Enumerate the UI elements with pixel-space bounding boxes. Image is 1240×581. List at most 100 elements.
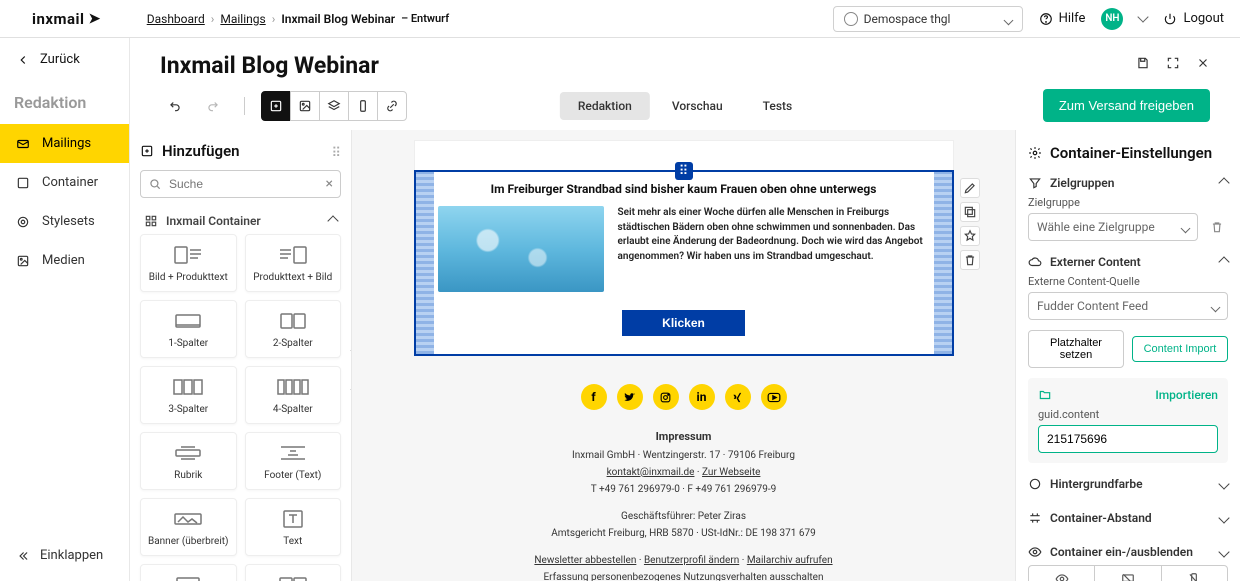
group-visibility[interactable]: Container ein-/ausblenden: [1028, 545, 1228, 559]
tile-bild-text[interactable]: Bild + Text: [245, 564, 342, 581]
block-move-handle-icon[interactable]: ⠿: [675, 162, 693, 180]
block-edit-button[interactable]: [960, 178, 980, 198]
source-select[interactable]: Fudder Content Feed: [1028, 292, 1228, 320]
plus-icon: [269, 99, 283, 113]
undo-icon: [168, 99, 182, 113]
xing-icon[interactable]: [725, 384, 751, 410]
fullscreen-icon[interactable]: [1166, 56, 1180, 70]
release-button[interactable]: Zum Versand freigeben: [1043, 89, 1210, 122]
instagram-icon[interactable]: [653, 384, 679, 410]
arrow-left-icon: [16, 53, 30, 67]
selected-container[interactable]: ⠿ Im Freiburger Strandbad sind bisher ka…: [414, 170, 954, 356]
circle-icon: [1028, 477, 1042, 491]
seg-show[interactable]: [1029, 566, 1094, 581]
label-source: Externe Content-Quelle: [1028, 275, 1228, 288]
tile-banner-ueberbreit[interactable]: Banner (überbreit): [140, 498, 237, 556]
footer-privacy-link[interactable]: Erfassung personenbezogenes Nutzungsverh…: [543, 572, 823, 581]
guid-input[interactable]: [1038, 425, 1218, 453]
block-star-button[interactable]: [960, 226, 980, 246]
nav-item-mailings[interactable]: Mailings: [0, 124, 129, 163]
tab-tests[interactable]: Tests: [745, 92, 811, 120]
tool-link-button[interactable]: [377, 91, 407, 121]
canvas[interactable]: ⠿ Im Freiburger Strandbad sind bisher ka…: [352, 130, 1015, 581]
tile-bild-produkttext[interactable]: Bild + Produkttext: [140, 234, 237, 292]
filter-icon: [1028, 176, 1042, 190]
tile-text[interactable]: Text: [245, 498, 342, 556]
close-icon[interactable]: [1196, 56, 1210, 70]
settings-title: Container-Einstellungen: [1050, 144, 1212, 162]
nav-item-medien[interactable]: Medien: [0, 241, 129, 280]
chevron-down-icon[interactable]: [1138, 11, 1149, 22]
crumb-dashboard[interactable]: Dashboard: [147, 12, 205, 26]
group-spacing[interactable]: Container-Abstand: [1028, 511, 1228, 525]
import-link[interactable]: Importieren: [1155, 388, 1218, 402]
back-button[interactable]: Zurück: [0, 38, 129, 81]
search-icon: [148, 177, 162, 191]
search-input[interactable]: [140, 170, 341, 198]
tool-layers-button[interactable]: [319, 91, 349, 121]
eye2-icon: [1055, 572, 1069, 581]
logout-button[interactable]: Logout: [1163, 11, 1224, 26]
logo: inxmail➤: [32, 10, 101, 28]
social-row: f in: [414, 384, 954, 410]
footer-website-link[interactable]: Zur Webseite: [702, 467, 760, 478]
tile-1-spalter[interactable]: 1-Spalter: [140, 300, 237, 358]
spacing-icon: [1028, 511, 1042, 525]
group-external[interactable]: Externer Content: [1028, 255, 1228, 269]
seg-mobile-hide[interactable]: [1161, 566, 1227, 581]
avatar[interactable]: NH: [1101, 8, 1123, 30]
block-delete-button[interactable]: [960, 250, 980, 270]
redo-button[interactable]: [198, 91, 228, 121]
tile-banner-bild[interactable]: Banner-Bild: [140, 564, 237, 581]
linkedin-icon[interactable]: in: [689, 384, 715, 410]
placeholder-button[interactable]: Platzhalter setzen: [1028, 330, 1124, 368]
twitter-icon[interactable]: [617, 384, 643, 410]
tile-footer-text[interactable]: Footer (Text): [245, 432, 342, 490]
block-copy-button[interactable]: [960, 202, 980, 222]
tool-add-button[interactable]: [261, 91, 291, 121]
zielgruppe-delete[interactable]: [1206, 216, 1228, 238]
facebook-icon[interactable]: f: [581, 384, 607, 410]
help-icon: [1039, 12, 1053, 26]
tool-image-button[interactable]: [290, 91, 320, 121]
nav-item-stylesets[interactable]: Stylesets: [0, 202, 129, 241]
nav-item-container[interactable]: Container: [0, 163, 129, 202]
save-icon[interactable]: [1136, 56, 1150, 70]
tile-produkttext-bild[interactable]: Produkttext + Bild: [245, 234, 342, 292]
footer-archive-link[interactable]: Mailarchiv aufrufen: [747, 555, 833, 566]
footer-profile-link[interactable]: Benutzerprofil ändern: [644, 555, 739, 566]
drag-handle-icon[interactable]: ⠿: [331, 146, 341, 161]
power-icon: [1163, 12, 1177, 26]
tile-4-spalter[interactable]: 4-Spalter: [245, 366, 342, 424]
footer-unsubscribe-link[interactable]: Newsletter abbestellen: [534, 555, 636, 566]
block-cta-button[interactable]: Klicken: [622, 310, 745, 336]
nav-collapse[interactable]: Einklappen: [0, 538, 129, 573]
tool-mobile-button[interactable]: [348, 91, 378, 121]
zielgruppe-select[interactable]: Wähle eine Zielgruppe: [1028, 213, 1198, 241]
youtube-icon[interactable]: [761, 384, 787, 410]
label-zielgruppe: Zielgruppe: [1028, 196, 1228, 209]
trash2-icon: [1210, 220, 1224, 234]
panel-collapse-tab[interactable]: [350, 350, 352, 390]
help-link[interactable]: Hilfe: [1039, 11, 1086, 26]
tab-redaktion[interactable]: Redaktion: [560, 92, 650, 120]
crumb-mailings[interactable]: Mailings: [220, 12, 265, 26]
settings-panel: Container-Einstellungen Zielgruppen Ziel…: [1015, 130, 1240, 581]
space-select[interactable]: Demospace thgl: [833, 6, 1023, 32]
undo-button[interactable]: [160, 91, 190, 121]
footer-email-link[interactable]: kontakt@inxmail.de: [607, 467, 695, 478]
accordion-inxmail-container[interactable]: Inxmail Container: [140, 208, 341, 234]
tile-2-spalter[interactable]: 2-Spalter: [245, 300, 342, 358]
content-import-button[interactable]: Content Import: [1132, 336, 1228, 362]
block-paragraph[interactable]: Seit mehr als einer Woche dürfen alle Me…: [618, 206, 930, 292]
clear-search-icon[interactable]: ×: [326, 176, 333, 192]
mobile-icon: [356, 99, 370, 113]
tile-3-spalter[interactable]: 3-Spalter: [140, 366, 237, 424]
block-headline[interactable]: Im Freiburger Strandbad sind bisher kaum…: [438, 182, 930, 196]
block-image[interactable]: [438, 206, 604, 292]
seg-desktop-hide[interactable]: [1094, 566, 1160, 581]
tab-vorschau[interactable]: Vorschau: [654, 92, 741, 120]
group-zielgruppen[interactable]: Zielgruppen: [1028, 176, 1228, 190]
tile-rubrik[interactable]: Rubrik: [140, 432, 237, 490]
group-bg[interactable]: Hintergrundfarbe: [1028, 477, 1228, 491]
